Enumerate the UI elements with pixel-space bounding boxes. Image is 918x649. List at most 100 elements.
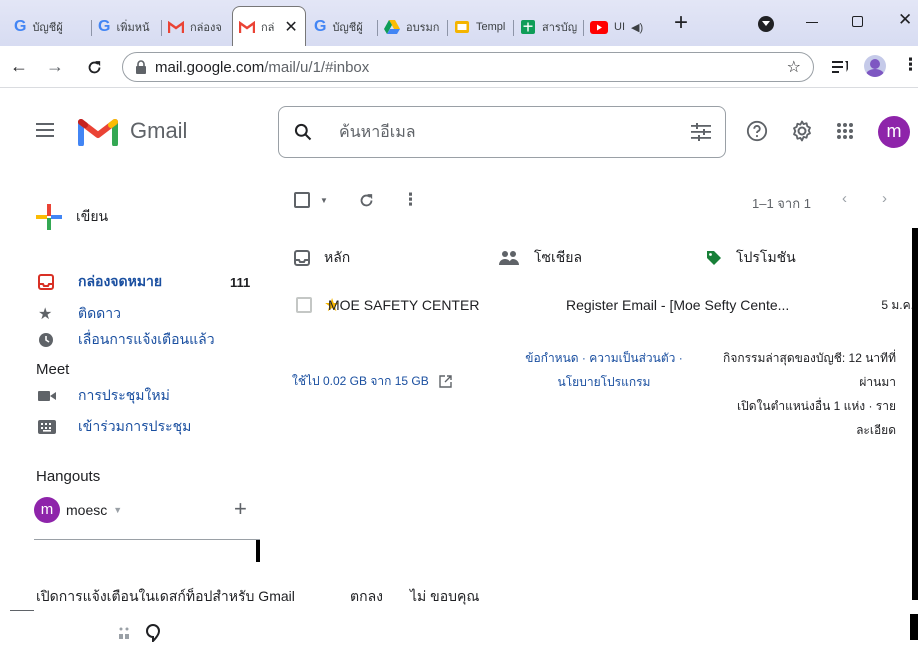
help-icon[interactable]	[746, 120, 768, 142]
tab-3[interactable]: กล่องจ	[162, 8, 232, 46]
tab-5[interactable]: G บัญชีผู้	[308, 8, 378, 46]
meet-join-meeting[interactable]: เข้าร่วมการประชุม	[38, 418, 191, 434]
inbox-icon	[38, 274, 54, 290]
profile-dropdown-icon[interactable]	[758, 16, 774, 32]
browser-tab-strip: G บัญชีผู้ G เพิ่มหน้ กล่องจ กล่ ✕ G บัญ…	[0, 0, 918, 46]
lock-icon	[136, 60, 146, 74]
people-small-icon[interactable]	[118, 626, 130, 640]
tab-primary[interactable]: หลัก	[294, 247, 350, 269]
search-box[interactable]: ค้นหาอีเมล	[278, 106, 726, 158]
url-path: /mail/u/1/#inbox	[264, 58, 370, 76]
tab-2[interactable]: G เพิ่มหน้	[92, 8, 162, 46]
sheets-icon	[521, 20, 535, 34]
search-options-icon[interactable]	[691, 123, 711, 141]
tab-9[interactable]: UI ◀)	[584, 8, 660, 46]
compose-button[interactable]: เขียน	[36, 204, 108, 230]
gmail-header: Gmail ค้นหาอีเมล m	[0, 88, 918, 178]
video-camera-icon	[38, 391, 56, 401]
youtube-icon	[590, 20, 608, 34]
back-arrow-icon[interactable]: ←	[10, 56, 28, 77]
tab-social[interactable]: โซเชียล	[498, 247, 582, 269]
reload-icon[interactable]	[86, 59, 103, 76]
audio-playing-icon: ◀)	[631, 21, 644, 34]
meet-new-meeting[interactable]: การประชุมใหม่	[38, 387, 170, 403]
pagination-text: 1–1 จาก 1	[752, 196, 811, 211]
notify-ok-button[interactable]: ตกลง	[350, 586, 383, 608]
tab-1[interactable]: G บัญชีผู้	[8, 8, 92, 46]
gmail-logo-icon[interactable]	[78, 116, 118, 146]
slides-icon	[455, 21, 469, 33]
compose-plus-icon	[36, 204, 62, 230]
chevron-down-icon: ▼	[113, 505, 123, 515]
inbox-tray-icon	[294, 250, 310, 266]
inbox-count: 111	[230, 274, 251, 290]
new-tab-button[interactable]: +	[674, 11, 688, 35]
hangouts-heading: Hangouts	[36, 468, 101, 485]
window-close-button[interactable]: ✕	[898, 10, 912, 30]
restore-button[interactable]	[852, 16, 863, 27]
email-subject: Register Email - [Moe Sefty Cente...	[566, 297, 790, 313]
bookmark-star-icon[interactable]: ☆	[787, 57, 801, 77]
settings-gear-icon[interactable]	[790, 119, 814, 143]
notify-no-thanks-button[interactable]: ไม่ ขอบคุณ	[410, 586, 479, 608]
email-row-checkbox[interactable]	[296, 297, 312, 313]
sidebar-item-snoozed[interactable]: เลื่อนการแจ้งเตือนแล้ว	[38, 331, 215, 348]
gmail-icon	[168, 21, 184, 33]
browser-profile-avatar[interactable]	[864, 55, 886, 77]
scrollbar-end	[910, 614, 918, 640]
reading-list-icon[interactable]	[832, 60, 850, 74]
search-icon[interactable]	[293, 122, 313, 142]
star-icon: ★	[38, 306, 53, 323]
google-g-icon: G	[314, 18, 327, 35]
hangouts-avatar: m	[34, 497, 60, 523]
more-options-icon[interactable]: ⋮	[402, 190, 419, 210]
prev-page-button[interactable]: ‹	[842, 190, 847, 207]
apps-grid-icon[interactable]	[836, 122, 854, 140]
address-toolbar: ← → mail.google.com/mail/u/1/#inbox ☆ ⋮	[0, 46, 918, 88]
storage-usage[interactable]: ใช้ไป 0.02 GB จาก 15 GB	[292, 372, 452, 391]
close-icon[interactable]: ✕	[284, 17, 297, 37]
people-icon	[499, 251, 519, 265]
hangouts-quote-icon[interactable]	[146, 624, 160, 642]
email-row[interactable]: ★ MOE SAFETY CENTER Register Email - [Mo…	[294, 290, 914, 320]
sidebar-item-starred[interactable]: ★ ติดดาว	[38, 304, 121, 324]
refresh-icon[interactable]	[358, 192, 375, 209]
forward-arrow-icon[interactable]: →	[46, 56, 64, 77]
external-link-icon	[439, 375, 452, 388]
tab-8[interactable]: สารบัญ	[514, 8, 584, 46]
drive-icon	[384, 20, 400, 34]
main-menu-icon[interactable]	[36, 122, 56, 138]
url-bar[interactable]: mail.google.com/mail/u/1/#inbox ☆	[122, 52, 814, 82]
scrollbar[interactable]	[912, 228, 918, 600]
account-avatar[interactable]: m	[878, 116, 910, 148]
tab-promotions[interactable]: โปรโมชัน	[706, 247, 796, 269]
email-date: 5 ม.ค.	[881, 297, 914, 312]
next-page-button[interactable]: ›	[882, 190, 887, 207]
minimize-button[interactable]	[806, 22, 818, 23]
account-activity[interactable]: กิจกรรมล่าสุดของบัญชี: 12 นาทีที่ ผ่านมา…	[712, 346, 896, 442]
browser-menu-icon[interactable]: ⋮	[902, 56, 918, 74]
select-dropdown-chevron-icon[interactable]: ▼	[320, 196, 328, 205]
gmail-icon	[239, 20, 255, 33]
hangouts-panel	[34, 539, 260, 563]
desktop-notification-banner: เปิดการแจ้งเตือนในเดสก์ท็อปสำหรับ Gmail …	[0, 570, 910, 649]
tab-6[interactable]: อบรมก	[378, 8, 448, 46]
tab-active-gmail[interactable]: กล่ ✕	[232, 6, 306, 46]
meet-heading: Meet	[36, 361, 70, 378]
sidebar-item-inbox[interactable]: กล่องจดหมาย 111	[38, 273, 258, 290]
select-all-checkbox[interactable]	[294, 192, 310, 208]
email-sender: MOE SAFETY CENTER	[328, 297, 480, 313]
banner-divider	[10, 610, 34, 611]
terms-links[interactable]: ข้อกำหนด · ความเป็นส่วนตัว · นโยบายโปรแก…	[484, 346, 724, 394]
notify-message: เปิดการแจ้งเตือนในเดสก์ท็อปสำหรับ Gmail	[36, 588, 295, 604]
google-g-icon: G	[98, 18, 111, 35]
tab-7[interactable]: Templ	[448, 8, 514, 46]
gmail-brand-text: Gmail	[130, 118, 188, 143]
hangouts-add-button[interactable]: +	[234, 496, 247, 522]
search-input[interactable]: ค้นหาอีเมล	[339, 120, 416, 145]
google-g-icon: G	[14, 18, 27, 35]
snooze-clock-icon	[39, 333, 53, 347]
keyboard-icon	[38, 420, 56, 434]
url-host: mail.google.com	[155, 58, 265, 76]
hangouts-user[interactable]: m moesc ▼	[34, 497, 122, 523]
